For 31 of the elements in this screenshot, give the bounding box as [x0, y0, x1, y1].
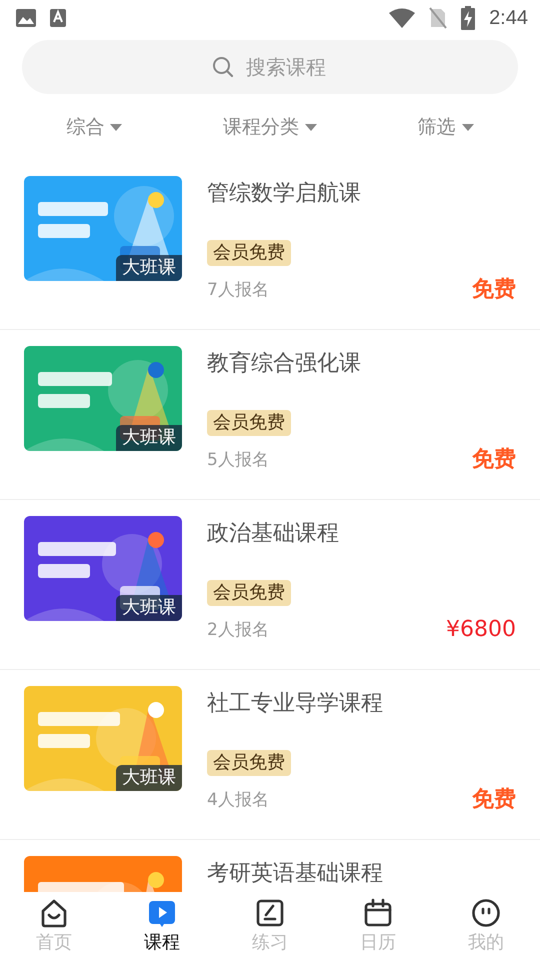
member-tag: 会员免费	[207, 410, 291, 436]
enrollment-count: 7人报名	[207, 278, 269, 300]
course-title[interactable]: 考研英语基础课程	[207, 860, 383, 888]
course-price: 免费	[472, 786, 516, 814]
course-title[interactable]: 政治基础课程	[207, 520, 339, 548]
tab-item[interactable]: 课程	[108, 892, 216, 960]
member-tag: 会员免费	[207, 750, 291, 776]
course-title[interactable]: 社工专业导学课程	[207, 690, 383, 718]
tab-item[interactable]: 练习	[216, 892, 324, 960]
member-tag: 会员免费	[207, 240, 291, 266]
course-price: 免费	[472, 446, 516, 474]
enrollment-count: 4人报名	[207, 788, 269, 810]
course-title[interactable]: 教育综合强化课	[207, 350, 361, 378]
course-price: 免费	[472, 276, 516, 304]
course-title[interactable]: 管综数学启航课	[207, 180, 361, 208]
class-type-badge: 大班课	[116, 765, 182, 791]
tab-item[interactable]: 日历	[324, 892, 432, 960]
enrollment-count: 2人报名	[207, 618, 269, 640]
class-type-badge: 大班课	[116, 255, 182, 281]
class-type-badge: 大班课	[116, 425, 182, 451]
filter-dropdown[interactable]: 课程分类	[216, 110, 323, 144]
filter-dropdown[interactable]: 综合	[60, 110, 128, 144]
member-tag: 会员免费	[207, 580, 291, 606]
enrollment-count: 5人报名	[207, 448, 269, 470]
tab-item[interactable]: 首页	[0, 892, 108, 960]
tab-item[interactable]: 我的	[432, 892, 540, 960]
clock-time: 2:44	[489, 6, 528, 30]
course-price: ¥6800	[446, 616, 516, 642]
class-type-badge: 大班课	[116, 595, 182, 621]
filter-dropdown[interactable]: 筛选	[412, 110, 480, 144]
search-field[interactable]: 搜索课程	[22, 40, 518, 94]
